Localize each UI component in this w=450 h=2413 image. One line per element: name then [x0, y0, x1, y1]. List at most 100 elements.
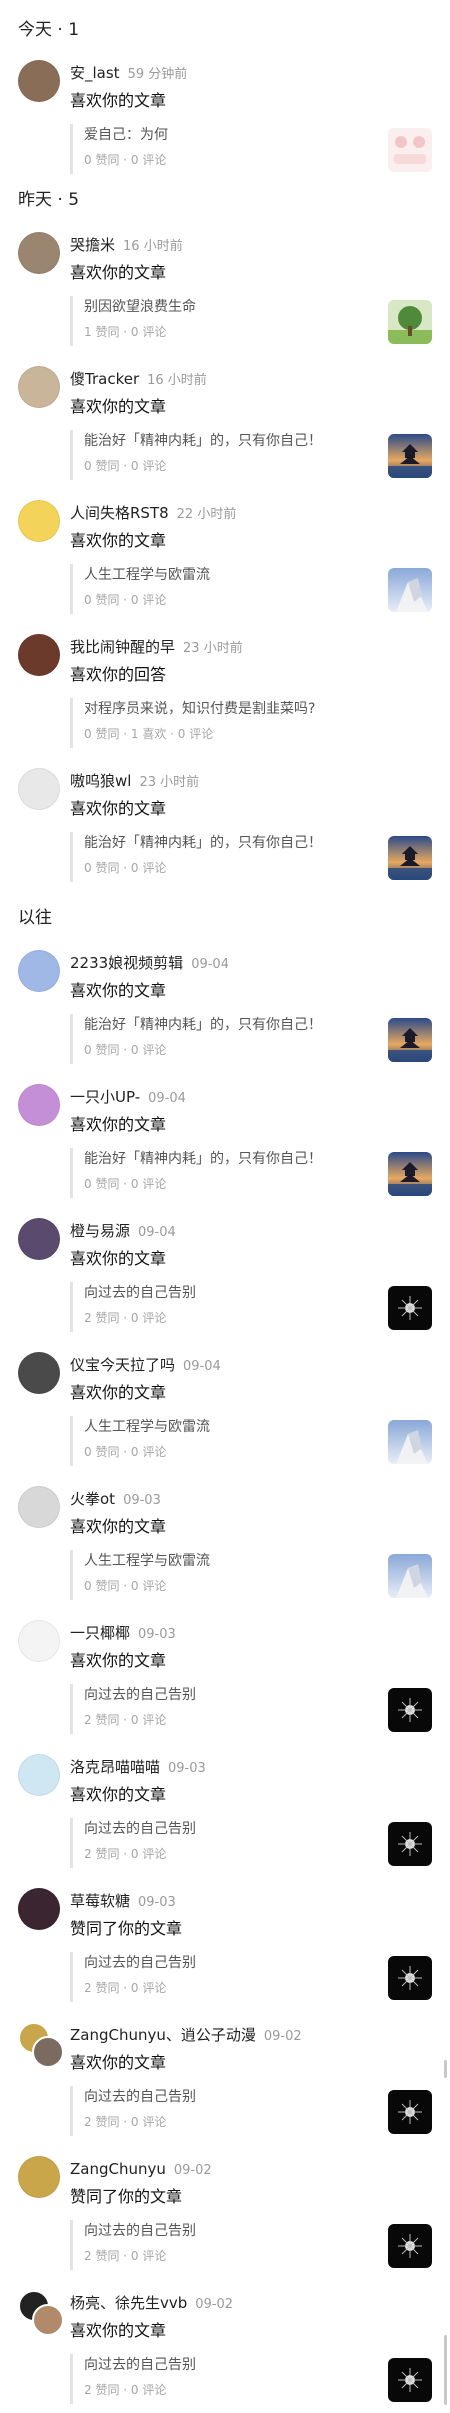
user-name[interactable]: ZangChunyu、逍公子动漫 — [70, 2026, 256, 2044]
quoted-title[interactable]: 向过去的自己告别 — [84, 1684, 384, 1706]
scrollbar-thumb[interactable] — [444, 2060, 447, 2078]
article-thumbnail[interactable] — [388, 1286, 432, 1330]
notification-item[interactable]: 一只椰椰 09-03 喜欢你的文章 向过去的自己告别 2 赞同 · 0 评论 — [0, 1620, 450, 1740]
quoted-title[interactable]: 能治好「精神内耗」的，只有你自己！ — [84, 832, 384, 854]
user-name[interactable]: 人间失格RST8 — [70, 504, 169, 522]
quoted-title[interactable]: 向过去的自己告别 — [84, 1818, 384, 1840]
user-name[interactable]: 橙与易源 — [70, 1222, 130, 1240]
article-thumbnail[interactable] — [388, 128, 432, 172]
quoted-title[interactable]: 爱自己：为何 — [84, 124, 384, 146]
scrollbar-thumb-bottom[interactable] — [444, 2335, 447, 2405]
article-thumbnail[interactable] — [388, 2224, 432, 2268]
quoted-title[interactable]: 人生工程学与欧雷流 — [84, 1550, 384, 1572]
user-name[interactable]: 傻Tracker — [70, 370, 139, 388]
notification-item[interactable]: 火拳ot 09-03 喜欢你的文章 人生工程学与欧雷流 0 赞同 · 0 评论 — [0, 1486, 450, 1606]
avatar[interactable] — [18, 1486, 60, 1528]
quoted-content[interactable]: 人生工程学与欧雷流 0 赞同 · 0 评论 — [70, 1416, 384, 1466]
quoted-title[interactable]: 能治好「精神内耗」的，只有你自己！ — [84, 430, 384, 452]
avatar[interactable] — [18, 634, 60, 676]
avatar[interactable] — [18, 1754, 60, 1796]
article-thumbnail[interactable] — [388, 2358, 432, 2402]
notification-item[interactable]: 2233娘视频剪辑 09-04 喜欢你的文章 能治好「精神内耗」的，只有你自己！ 0 赞… — [0, 950, 450, 1070]
avatar[interactable] — [18, 1084, 60, 1126]
notification-item[interactable]: 嗷呜狼wl 23 小时前 喜欢你的文章 能治好「精神内耗」的，只有你自己！ 0 赞同 ·… — [0, 768, 450, 888]
quoted-content[interactable]: 向过去的自己告别 2 赞同 · 0 评论 — [70, 1952, 384, 2002]
quoted-content[interactable]: 能治好「精神内耗」的，只有你自己！ 0 赞同 · 0 评论 — [70, 430, 384, 480]
article-thumbnail[interactable] — [388, 1688, 432, 1732]
article-thumbnail[interactable] — [388, 568, 432, 612]
avatar[interactable] — [18, 500, 60, 542]
user-name[interactable]: 一只小UP- — [70, 1088, 140, 1106]
avatar[interactable] — [18, 2156, 60, 2198]
quoted-title[interactable]: 能治好「精神内耗」的，只有你自己！ — [84, 1014, 384, 1036]
avatar[interactable] — [18, 232, 60, 274]
user-name[interactable]: 仪宝今天拉了吗 — [70, 1356, 175, 1374]
quoted-content[interactable]: 能治好「精神内耗」的，只有你自己！ 0 赞同 · 0 评论 — [70, 832, 384, 882]
notification-item[interactable]: 哭擔米 16 小时前 喜欢你的文章 别因欲望浪费生命 1 赞同 · 0 评论 — [0, 232, 450, 352]
notification-item[interactable]: 橙与易源 09-04 喜欢你的文章 向过去的自己告别 2 赞同 · 0 评论 — [0, 1218, 450, 1338]
notification-item[interactable]: 安_last 59 分钟前 喜欢你的文章 爱自己：为何 0 赞同 · 0 评论 — [0, 60, 450, 180]
quoted-title[interactable]: 向过去的自己告别 — [84, 1952, 384, 1974]
article-thumbnail[interactable] — [388, 1956, 432, 2000]
quoted-content[interactable]: 人生工程学与欧雷流 0 赞同 · 0 评论 — [70, 564, 384, 614]
avatar[interactable] — [32, 2036, 64, 2068]
avatar[interactable] — [18, 768, 60, 810]
article-thumbnail[interactable] — [388, 1554, 432, 1598]
notification-item[interactable]: ZangChunyu 09-02 赞同了你的文章 向过去的自己告别 2 赞同 · 0 评… — [0, 2156, 450, 2276]
avatar[interactable] — [18, 1620, 60, 1662]
avatar[interactable] — [18, 366, 60, 408]
user-name[interactable]: 哭擔米 — [70, 236, 115, 254]
notification-item[interactable]: 草莓软糖 09-03 赞同了你的文章 向过去的自己告别 2 赞同 · 0 评论 — [0, 1888, 450, 2008]
avatar[interactable] — [18, 1218, 60, 1260]
quoted-content[interactable]: 别因欲望浪费生命 1 赞同 · 0 评论 — [70, 296, 384, 346]
avatar-group[interactable] — [18, 2022, 64, 2068]
quoted-title[interactable]: 向过去的自己告别 — [84, 1282, 384, 1304]
quoted-content[interactable]: 人生工程学与欧雷流 0 赞同 · 0 评论 — [70, 1550, 384, 1600]
avatar[interactable] — [18, 950, 60, 992]
quoted-content[interactable]: 向过去的自己告别 2 赞同 · 0 评论 — [70, 2220, 384, 2270]
article-thumbnail[interactable] — [388, 434, 432, 478]
quoted-content[interactable]: 向过去的自己告别 2 赞同 · 0 评论 — [70, 1818, 384, 1868]
user-name[interactable]: 一只椰椰 — [70, 1624, 130, 1642]
user-name[interactable]: 安_last — [70, 64, 120, 82]
user-name[interactable]: 火拳ot — [70, 1490, 115, 1508]
quoted-content[interactable]: 对程序员来说，知识付费是割韭菜吗? 0 赞同 · 1 喜欢 · 0 评论 — [70, 698, 384, 748]
article-thumbnail[interactable] — [388, 1152, 432, 1196]
notification-item[interactable]: 人间失格RST8 22 小时前 喜欢你的文章 人生工程学与欧雷流 0 赞同 · 0 评论 — [0, 500, 450, 620]
avatar-group[interactable] — [18, 2290, 64, 2336]
article-thumbnail[interactable] — [388, 1420, 432, 1464]
user-name[interactable]: ZangChunyu — [70, 2160, 166, 2178]
article-thumbnail[interactable] — [388, 1018, 432, 1062]
user-name[interactable]: 2233娘视频剪辑 — [70, 954, 183, 972]
quoted-title[interactable]: 别因欲望浪费生命 — [84, 296, 384, 318]
quoted-title[interactable]: 向过去的自己告别 — [84, 2086, 384, 2108]
quoted-content[interactable]: 向过去的自己告别 2 赞同 · 0 评论 — [70, 1282, 384, 1332]
quoted-title[interactable]: 向过去的自己告别 — [84, 2354, 384, 2376]
article-thumbnail[interactable] — [388, 300, 432, 344]
quoted-content[interactable]: 能治好「精神内耗」的，只有你自己！ 0 赞同 · 0 评论 — [70, 1014, 384, 1064]
user-name[interactable]: 我比闹钟醒的早 — [70, 638, 175, 656]
quoted-content[interactable]: 向过去的自己告别 2 赞同 · 0 评论 — [70, 2086, 384, 2136]
user-name[interactable]: 草莓软糖 — [70, 1892, 130, 1910]
quoted-title[interactable]: 向过去的自己告别 — [84, 2220, 384, 2242]
quoted-title[interactable]: 人生工程学与欧雷流 — [84, 1416, 384, 1438]
quoted-content[interactable]: 能治好「精神内耗」的，只有你自己！ 0 赞同 · 0 评论 — [70, 1148, 384, 1198]
avatar[interactable] — [18, 1352, 60, 1394]
user-name[interactable]: 嗷呜狼wl — [70, 772, 131, 790]
notification-item[interactable]: 洛克昂喵喵喵 09-03 喜欢你的文章 向过去的自己告别 2 赞同 · 0 评论 — [0, 1754, 450, 1874]
notification-item[interactable]: ZangChunyu、逍公子动漫 09-02 喜欢你的文章 向过去的自己告别 2 赞同 … — [0, 2022, 450, 2142]
user-name[interactable]: 杨亮、徐先生vvb — [70, 2294, 187, 2312]
quoted-title[interactable]: 能治好「精神内耗」的，只有你自己！ — [84, 1148, 384, 1170]
article-thumbnail[interactable] — [388, 2090, 432, 2134]
avatar[interactable] — [18, 1888, 60, 1930]
notification-item[interactable]: 我比闹钟醒的早 23 小时前 喜欢你的回答 对程序员来说，知识付费是割韭菜吗? 0 赞同… — [0, 634, 450, 754]
quoted-content[interactable]: 向过去的自己告别 2 赞同 · 0 评论 — [70, 1684, 384, 1734]
user-name[interactable]: 洛克昂喵喵喵 — [70, 1758, 160, 1776]
article-thumbnail[interactable] — [388, 836, 432, 880]
quoted-content[interactable]: 向过去的自己告别 2 赞同 · 0 评论 — [70, 2354, 384, 2404]
notification-item[interactable]: 一只小UP- 09-04 喜欢你的文章 能治好「精神内耗」的，只有你自己！ 0 赞同 ·… — [0, 1084, 450, 1204]
avatar[interactable] — [32, 2304, 64, 2336]
quoted-title[interactable]: 对程序员来说，知识付费是割韭菜吗? — [84, 698, 384, 720]
quoted-title[interactable]: 人生工程学与欧雷流 — [84, 564, 384, 586]
avatar[interactable] — [18, 60, 60, 102]
